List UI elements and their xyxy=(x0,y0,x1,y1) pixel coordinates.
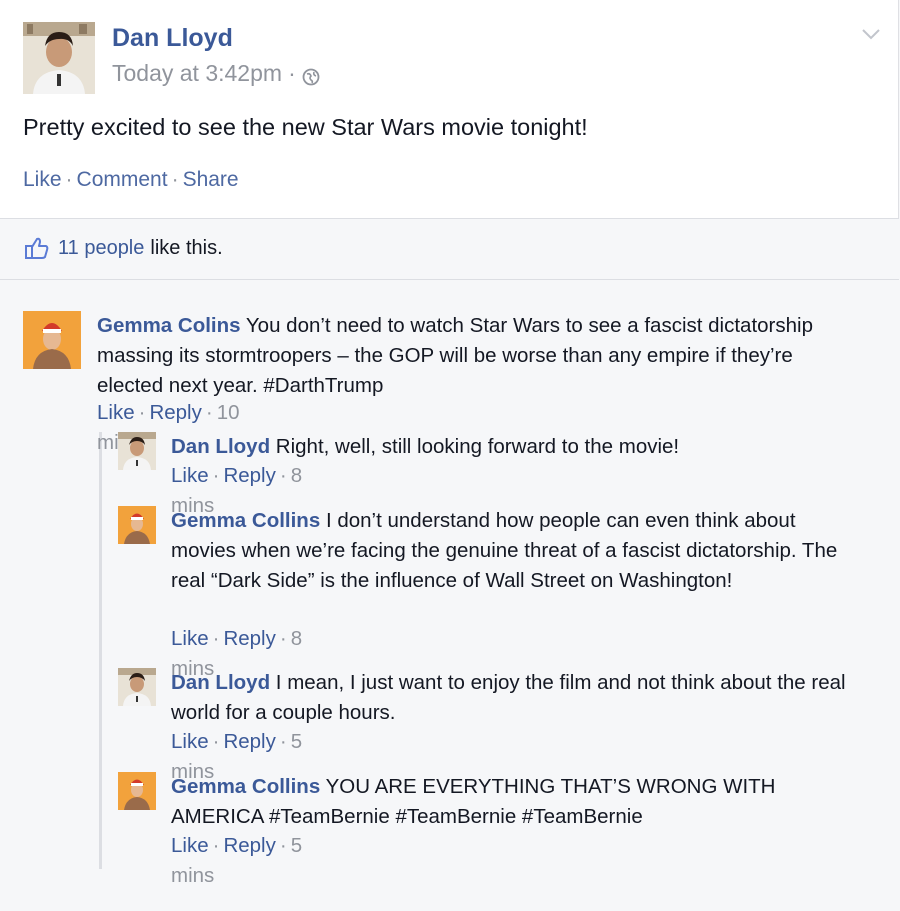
comment-body: Dan Lloyd Right, well, still looking for… xyxy=(171,432,851,462)
post-actions: Like · Comment · Share xyxy=(23,168,239,192)
action-separator: · xyxy=(138,401,146,424)
action-separator: · xyxy=(212,730,220,753)
post-meta: Today at 3:42pm · xyxy=(112,60,320,87)
comment-like-link[interactable]: Like xyxy=(171,730,209,753)
chevron-down-icon[interactable] xyxy=(860,26,882,42)
comment-text: Right, well, still looking forward to th… xyxy=(275,435,680,458)
comment-reply-link[interactable]: Reply xyxy=(223,464,275,487)
post-text: Pretty excited to see the new Star Wars … xyxy=(23,114,588,140)
comment-link[interactable]: Comment xyxy=(77,168,168,191)
likes-suffix: like this. xyxy=(150,236,223,259)
thumbs-up-icon xyxy=(24,236,50,260)
commenter-name[interactable]: Gemma Colins xyxy=(97,314,241,337)
comment-actions: Like · Reply · 5 mins xyxy=(171,831,302,891)
reply-thread-line xyxy=(99,432,102,869)
action-separator: · xyxy=(279,834,287,857)
comment-like-link[interactable]: Like xyxy=(97,401,135,424)
globe-icon[interactable] xyxy=(302,65,320,85)
commenter-avatar[interactable] xyxy=(23,311,81,369)
post-card: Dan Lloyd Today at 3:42pm · Pretty excit… xyxy=(0,0,899,218)
comment-like-link[interactable]: Like xyxy=(171,834,209,857)
comment-like-link[interactable]: Like xyxy=(171,464,209,487)
commenter-name[interactable]: Gemma Collins xyxy=(171,509,320,532)
comment-reply-link[interactable]: Reply xyxy=(223,627,275,650)
comment-reply-link[interactable]: Reply xyxy=(223,834,275,857)
action-separator: · xyxy=(279,464,287,487)
post-timestamp[interactable]: Today at 3:42pm xyxy=(112,60,282,87)
likes-count-link[interactable]: 11 people xyxy=(58,237,144,260)
action-separator: · xyxy=(212,627,220,650)
comment-body: Gemma Collins YOU ARE EVERYTHING THAT’S … xyxy=(171,772,851,832)
action-separator: · xyxy=(171,168,179,191)
share-link[interactable]: Share xyxy=(183,168,239,191)
commenter-avatar[interactable] xyxy=(118,668,156,706)
action-separator: · xyxy=(212,834,220,857)
action-separator: · xyxy=(65,168,73,191)
comment-body: Dan Lloyd I mean, I just want to enjoy t… xyxy=(171,668,851,728)
action-separator: · xyxy=(279,730,287,753)
commenter-name[interactable]: Dan Lloyd xyxy=(171,435,270,458)
comment-like-link[interactable]: Like xyxy=(171,627,209,650)
likes-summary: 11 people like this. xyxy=(24,236,223,260)
action-separator: · xyxy=(212,464,220,487)
comment-reply-link[interactable]: Reply xyxy=(149,401,201,424)
comment-body: Gemma Collins I don’t understand how peo… xyxy=(171,506,841,596)
divider xyxy=(0,218,899,219)
author-avatar[interactable] xyxy=(23,22,95,94)
commenter-name[interactable]: Dan Lloyd xyxy=(171,671,270,694)
commenter-avatar[interactable] xyxy=(118,432,156,470)
meta-separator: · xyxy=(288,60,296,86)
commenter-avatar[interactable] xyxy=(118,772,156,810)
comment-text: I mean, I just want to enjoy the film an… xyxy=(171,671,846,724)
commenter-name[interactable]: Gemma Collins xyxy=(171,775,320,798)
comment-body: Gemma Colins You don’t need to watch Sta… xyxy=(97,311,817,401)
action-separator: · xyxy=(205,401,213,424)
comment-reply-link[interactable]: Reply xyxy=(223,730,275,753)
author-name[interactable]: Dan Lloyd xyxy=(112,24,233,53)
action-separator: · xyxy=(279,627,287,650)
divider xyxy=(0,279,899,280)
like-link[interactable]: Like xyxy=(23,168,62,191)
commenter-avatar[interactable] xyxy=(118,506,156,544)
